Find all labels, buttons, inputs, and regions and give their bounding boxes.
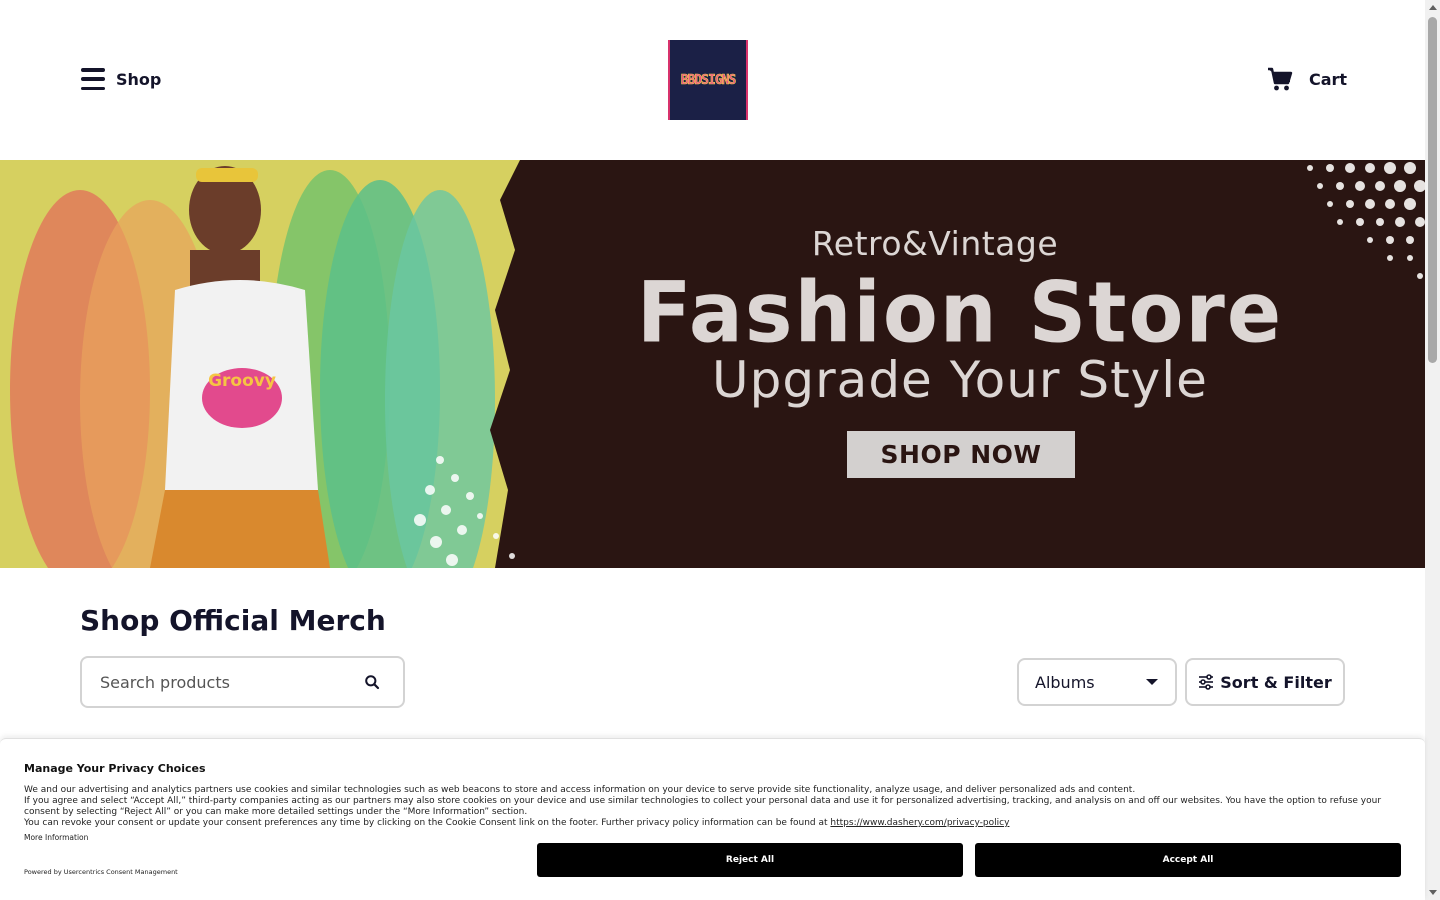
accept-all-button[interactable]: Accept All (975, 843, 1401, 877)
reject-all-button[interactable]: Reject All (537, 843, 963, 877)
consent-text-line: If you agree and select “Accept All,” th… (24, 796, 1382, 817)
banner-subtitle: Retro&Vintage (811, 224, 1059, 263)
shop-menu-label: Shop (116, 69, 162, 89)
sliders-icon (1199, 674, 1214, 690)
shop-menu-button[interactable]: Shop (81, 66, 161, 92)
search-box[interactable] (80, 656, 405, 708)
scroll-down-arrow-icon[interactable] (1425, 885, 1440, 900)
privacy-policy-link[interactable]: https://www.dashery.com/privacy-policy (830, 818, 1009, 828)
site-header: Shop BBDSIGNS Cart (0, 0, 1425, 160)
more-information-link[interactable]: More Information (24, 833, 88, 842)
chevron-down-icon (1146, 679, 1158, 685)
logo-mark: BBDSIGNS (670, 40, 746, 120)
cart-button[interactable]: Cart (1267, 66, 1347, 92)
consent-text-line: You can revoke your consent or update yo… (24, 818, 1010, 828)
banner-tagline: Upgrade Your Style (712, 351, 1208, 409)
hero-banner[interactable]: Groovy Retro&Vintage Fashion Store Upgra… (0, 160, 1425, 568)
sort-filter-button[interactable]: Sort & Filter (1185, 658, 1345, 706)
consent-text-line: We and our advertising and analytics par… (24, 785, 1136, 795)
svg-text:BBDSIGNS: BBDSIGNS (681, 73, 737, 88)
scrollbar-thumb[interactable] (1428, 17, 1437, 363)
cart-label: Cart (1309, 69, 1348, 89)
search-input[interactable] (100, 672, 363, 692)
category-select[interactable]: Albums (1017, 658, 1177, 706)
sort-filter-label: Sort & Filter (1220, 672, 1332, 692)
hamburger-icon (81, 66, 105, 92)
store-logo[interactable]: BBDSIGNS (668, 40, 748, 120)
search-icon[interactable] (363, 673, 381, 691)
shop-now-button[interactable]: SHOP NOW (847, 431, 1075, 478)
scroll-up-arrow-icon[interactable] (1425, 0, 1440, 15)
privacy-consent-banner: Manage Your Privacy Choices We and our a… (0, 738, 1425, 900)
section-title: Shop Official Merch (80, 604, 386, 637)
page-scrollbar[interactable] (1425, 0, 1440, 900)
consent-body: We and our advertising and analytics par… (24, 785, 1404, 829)
cart-icon (1268, 67, 1293, 91)
consent-title: Manage Your Privacy Choices (24, 762, 206, 775)
category-select-value: Albums (1035, 672, 1095, 692)
powered-by-text: Powered by Usercentrics Consent Manageme… (24, 868, 178, 876)
banner-title: Fashion Store (636, 263, 1284, 362)
